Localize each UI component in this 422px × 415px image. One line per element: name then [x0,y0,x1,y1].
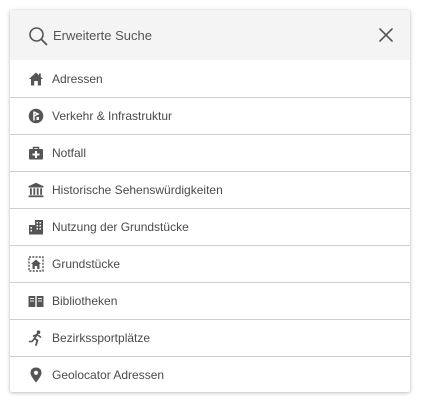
list-item-verkehr[interactable]: Verkehr & Infrastruktur [10,97,410,134]
list-item-notfall[interactable]: Notfall [10,134,410,171]
list-item-grundstuecke[interactable]: Grundstücke [10,245,410,282]
book-icon [28,296,44,307]
list-item-label: Geolocator Adressen [52,368,165,382]
list-item-label: Bezirkssportplätze [52,331,151,345]
list-item-label: Historische Sehenswürdigkeiten [52,183,223,197]
list-item-label: Bibliotheken [52,294,118,308]
list-item-label: Notfall [52,146,87,160]
map-marker-icon [30,367,42,383]
list-item-sportplaetze[interactable]: Bezirkssportplätze [10,319,410,356]
buildings-icon [29,220,43,235]
list-item-nutzung[interactable]: Nutzung der Grundstücke [10,208,410,245]
list-item-label: Adressen [52,71,103,86]
list-item-geolocator[interactable]: Geolocator Adressen [10,356,410,392]
advanced-search-panel: Adressen Verkehr & Infrastruktur Notfall [10,10,410,392]
museum-icon [28,182,44,198]
home-icon [29,72,43,85]
traffic-icon [28,108,44,124]
search-bar [10,10,410,60]
close-icon[interactable] [376,25,396,45]
first-aid-kit-icon [29,146,43,160]
search-input[interactable] [53,24,353,46]
category-list: Adressen Verkehr & Infrastruktur Notfall [10,60,410,392]
list-item-label: Grundstücke [52,257,121,271]
search-icon [29,27,48,46]
list-item-bibliotheken[interactable]: Bibliotheken [10,282,410,319]
runner-icon [28,330,42,346]
parcel-icon [28,256,44,272]
list-item-label: Nutzung der Grundstücke [52,220,189,234]
list-item-adressen[interactable]: Adressen [10,60,410,97]
list-item-label: Verkehr & Infrastruktur [52,109,173,123]
list-item-historische[interactable]: Historische Sehenswürdigkeiten [10,171,410,208]
